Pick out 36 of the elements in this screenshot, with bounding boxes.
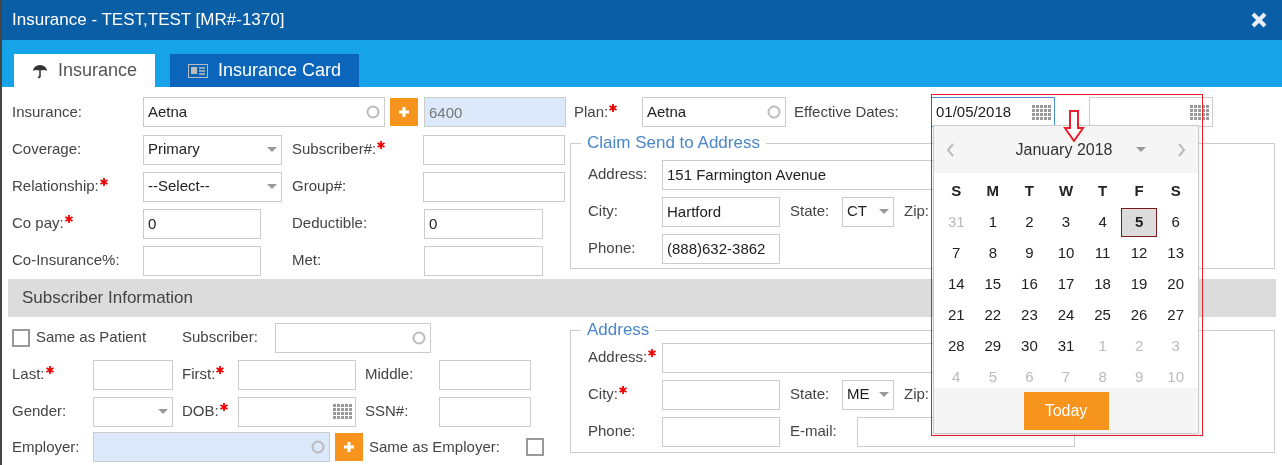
window-title: Insurance - TEST,TEST [MR#-1370] <box>12 9 285 32</box>
field-label: DOB: <box>182 401 219 422</box>
field-label: State: <box>790 384 830 405</box>
field-label: Middle: <box>365 364 414 385</box>
checkbox-label: Same as Employer: <box>369 436 501 457</box>
field-label: Met: <box>292 250 322 271</box>
field-label: Gender: <box>12 401 67 422</box>
field-label: Zip: <box>904 384 929 405</box>
field-label: Phone: <box>588 421 636 442</box>
field-label: Subscriber: <box>182 327 258 348</box>
field-label: Coverage: <box>12 139 82 160</box>
field-label: Co pay: <box>12 213 64 234</box>
field-label: Deductible: <box>292 213 368 234</box>
weekday-label: T <box>1097 181 1108 202</box>
weekday-label: F <box>1134 181 1144 202</box>
field-label: City: <box>588 201 618 222</box>
field-label: Last: <box>12 364 45 385</box>
field-label: Insurance: <box>12 101 83 122</box>
field-label: Zip: <box>904 201 929 222</box>
field-label: Subscriber#: <box>292 139 377 160</box>
field-label: Co-Insurance%: <box>12 250 120 271</box>
field-label: E-mail: <box>790 421 837 442</box>
weekday-label: S <box>1170 181 1181 202</box>
field-label: Address: <box>588 164 648 185</box>
field-label: Group#: <box>292 176 347 197</box>
field-label: Relationship: <box>12 176 99 197</box>
field-label: City: <box>588 384 618 405</box>
field-label: Address: <box>588 347 648 368</box>
field-label: Effective Dates: <box>794 101 899 122</box>
field-label: First: <box>182 364 216 385</box>
field-label: Phone: <box>588 238 636 259</box>
field-label: State: <box>790 201 830 222</box>
checkbox-label: Same as Patient <box>36 327 148 348</box>
field-label: SSN#: <box>365 401 409 422</box>
field-label: Employer: <box>12 436 80 457</box>
field-label: Plan: <box>574 101 609 122</box>
